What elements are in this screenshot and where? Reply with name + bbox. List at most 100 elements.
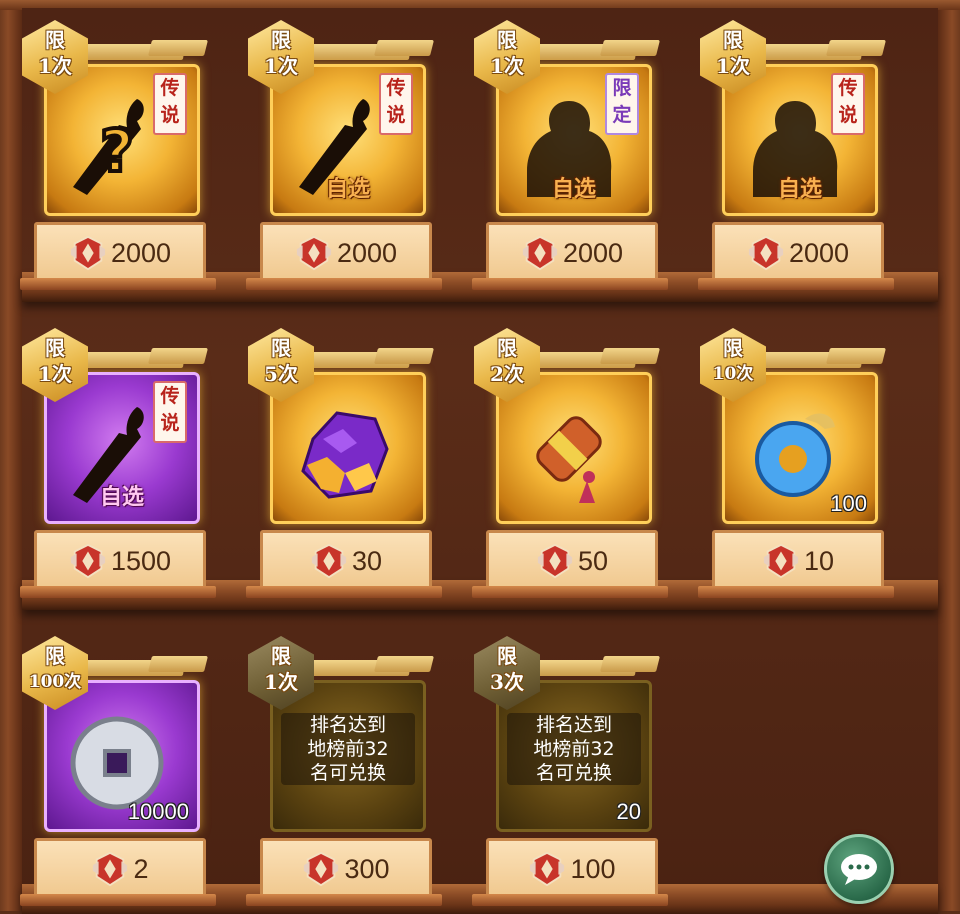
crystal-icon bbox=[301, 411, 389, 499]
price-plate[interactable]: 2 bbox=[34, 838, 206, 900]
medal-icon bbox=[537, 543, 573, 579]
limit-label: 限 bbox=[45, 644, 65, 668]
price-plate[interactable]: 2000 bbox=[260, 222, 432, 284]
svg-text:?: ? bbox=[100, 117, 134, 185]
plate-stand bbox=[20, 278, 216, 290]
shop-item[interactable]: 限定自选 限 1次 2000 bbox=[452, 20, 678, 290]
shop-item[interactable]: 传说 自选 限 1次 1500 bbox=[0, 328, 226, 598]
medal-icon bbox=[530, 851, 565, 887]
limit-count: 1次 bbox=[490, 54, 524, 78]
price-value: 10 bbox=[803, 545, 835, 576]
limit-count: 2次 bbox=[490, 362, 524, 386]
limit-count: 10次 bbox=[712, 364, 754, 384]
price-plate[interactable]: 10 bbox=[712, 530, 884, 592]
medal-icon bbox=[70, 543, 106, 579]
price-plate[interactable]: 2000 bbox=[34, 222, 206, 284]
limit-count: 3次 bbox=[490, 670, 524, 694]
limit-count: 100次 bbox=[28, 672, 82, 692]
plate-stand bbox=[472, 586, 668, 598]
rarity-tag: 传说 bbox=[379, 73, 413, 135]
choice-label: 自选 bbox=[551, 176, 596, 202]
shop-item[interactable]: 10000 限 100次 2 bbox=[0, 636, 226, 906]
display-post bbox=[374, 40, 434, 56]
limit-count: 1次 bbox=[264, 670, 298, 694]
plate-stand bbox=[472, 894, 668, 906]
plate-stand bbox=[246, 586, 442, 598]
item-quantity: 100 bbox=[830, 491, 867, 516]
item-quantity: 20 bbox=[616, 799, 641, 824]
choice-label: 自选 bbox=[777, 176, 822, 202]
price-value: 2000 bbox=[788, 237, 850, 268]
price-value: 2000 bbox=[562, 237, 624, 268]
chat-bubble-icon bbox=[841, 854, 877, 885]
plate-stand bbox=[20, 586, 216, 598]
shop-item[interactable]: 传说自选 限 1次 2000 bbox=[678, 20, 904, 290]
limit-label: 限 bbox=[271, 336, 291, 360]
price-value: 2000 bbox=[110, 237, 172, 268]
display-post bbox=[826, 348, 886, 364]
choice-label: 自选 bbox=[325, 176, 370, 202]
medal-icon bbox=[70, 235, 106, 271]
unlock-requirement: 排名达到 地榜前32 名可兑换 bbox=[281, 713, 415, 785]
limit-label: 限 bbox=[497, 644, 517, 668]
shop-item[interactable]: 排名达到 地榜前32 名可兑换 限 1次 300 bbox=[226, 636, 452, 906]
shop-item[interactable]: 排名达到 地榜前32 名可兑换 20 限 3次 100 bbox=[452, 636, 678, 906]
shop-item[interactable]: 100 限 10次 10 bbox=[678, 328, 904, 598]
rarity-tag: 传说 bbox=[831, 73, 865, 135]
shop-item[interactable]: 限 5次 30 bbox=[226, 328, 452, 598]
display-post bbox=[374, 656, 434, 672]
medal-icon bbox=[296, 235, 332, 271]
plate-stand bbox=[20, 894, 216, 906]
item-quantity: 10000 bbox=[127, 799, 189, 824]
medal-icon bbox=[304, 851, 339, 887]
price-value: 300 bbox=[344, 853, 390, 884]
plate-stand bbox=[698, 586, 894, 598]
plate-stand bbox=[246, 278, 442, 290]
price-value: 1500 bbox=[110, 545, 172, 576]
limit-count: 1次 bbox=[38, 54, 72, 78]
limit-label: 限 bbox=[723, 28, 743, 52]
question-weapon-icon: ? bbox=[73, 99, 144, 195]
price-value: 2 bbox=[133, 853, 149, 884]
price-plate[interactable]: 2000 bbox=[486, 222, 658, 284]
shop-item[interactable]: 传说 自选 限 1次 2000 bbox=[226, 20, 452, 290]
shop-item[interactable]: ? 传说 限 1次 2000 bbox=[0, 20, 226, 290]
price-plate[interactable]: 1500 bbox=[34, 530, 206, 592]
display-post bbox=[148, 656, 208, 672]
limit-count: 1次 bbox=[716, 54, 750, 78]
price-value: 50 bbox=[577, 545, 609, 576]
shop-cabinet: ? 传说限 1次 2000 传说 自选限 1次 2000 限定 自选限 1次 2000 传说 自选限 1次 2… bbox=[0, 0, 960, 914]
display-post bbox=[148, 348, 208, 364]
price-plate[interactable]: 100 bbox=[486, 838, 658, 900]
price-value: 100 bbox=[570, 853, 616, 884]
display-post bbox=[600, 348, 660, 364]
price-value: 30 bbox=[351, 545, 383, 576]
scroll-icon bbox=[536, 416, 602, 503]
price-plate[interactable]: 50 bbox=[486, 530, 658, 592]
limit-count: 5次 bbox=[264, 362, 298, 386]
limit-label: 限 bbox=[723, 336, 743, 360]
medal-icon bbox=[93, 851, 128, 887]
limit-label: 限 bbox=[497, 28, 517, 52]
price-plate[interactable]: 30 bbox=[260, 530, 432, 592]
plate-stand bbox=[698, 278, 894, 290]
display-post bbox=[826, 40, 886, 56]
price-plate[interactable]: 300 bbox=[260, 838, 432, 900]
medal-icon bbox=[311, 543, 347, 579]
medal-icon bbox=[522, 235, 558, 271]
plate-stand bbox=[472, 278, 668, 290]
medal-icon bbox=[763, 543, 799, 579]
display-post bbox=[374, 348, 434, 364]
rarity-tag: 传说 bbox=[153, 73, 187, 135]
limit-label: 限 bbox=[497, 336, 517, 360]
limit-label: 限 bbox=[45, 28, 65, 52]
shop-item[interactable]: 限 2次 50 bbox=[452, 328, 678, 598]
price-plate[interactable]: 2000 bbox=[712, 222, 884, 284]
rarity-tag: 限定 bbox=[605, 73, 639, 135]
choice-label: 自选 bbox=[99, 484, 144, 510]
unlock-requirement: 排名达到 地榜前32 名可兑换 bbox=[507, 713, 641, 785]
limit-count: 1次 bbox=[264, 54, 298, 78]
chat-button[interactable] bbox=[824, 834, 894, 904]
rarity-tag: 传说 bbox=[153, 381, 187, 443]
limit-label: 限 bbox=[271, 644, 291, 668]
